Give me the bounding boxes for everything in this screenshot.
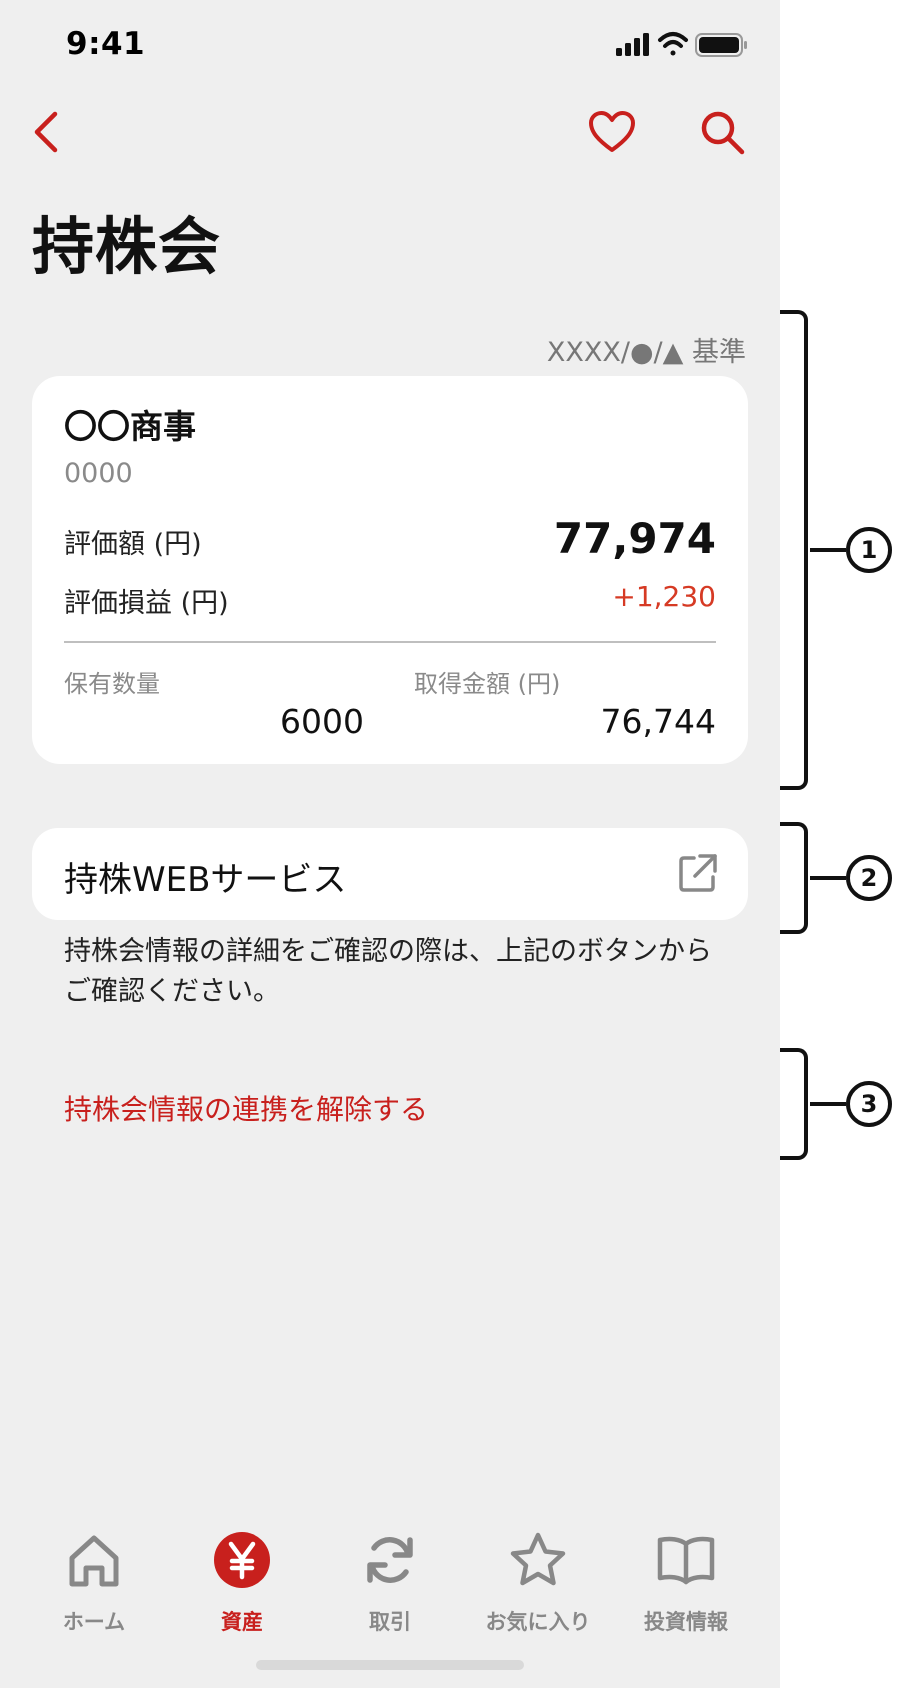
as-of-date: XXXX/●/▲ 基準 bbox=[546, 337, 746, 368]
battery-icon bbox=[695, 33, 747, 57]
valuation-label: 評価額 (円) bbox=[64, 529, 202, 560]
company-name: 〇〇商事 bbox=[64, 407, 196, 446]
annotation-tick-2 bbox=[810, 876, 846, 880]
wifi-icon bbox=[658, 32, 688, 56]
unlink-link[interactable]: 持株会情報の連携を解除する bbox=[64, 1088, 428, 1128]
annotation-marker-1: 1 bbox=[846, 527, 892, 573]
tab-favorites-label: お気に入り bbox=[485, 1610, 591, 1634]
quantity-value: 6000 bbox=[280, 702, 364, 741]
annotation-bracket-2 bbox=[780, 822, 808, 934]
external-link-icon bbox=[679, 854, 717, 892]
annotation-bracket-3 bbox=[780, 1048, 808, 1160]
home-indicator bbox=[256, 1660, 524, 1670]
page-title: 持株会 bbox=[32, 210, 222, 283]
yen-icon bbox=[214, 1532, 270, 1588]
cost-value: 76,744 bbox=[600, 702, 716, 741]
tab-investment-info-label: 投資情報 bbox=[644, 1610, 728, 1634]
divider bbox=[64, 641, 716, 643]
phone-screen: 9:41 持株会 XXXX/●/▲ 基準 〇〇商事 0000 評価額 (円) 7… bbox=[0, 0, 780, 1688]
valuation-value: 77,974 bbox=[553, 514, 716, 563]
cost-label: 取得金額 (円) bbox=[414, 670, 561, 698]
annotation-marker-3: 3 bbox=[846, 1081, 892, 1127]
tab-home[interactable]: ホーム bbox=[20, 1530, 168, 1640]
search-icon bbox=[701, 111, 745, 155]
annotation-bracket-1 bbox=[780, 310, 808, 790]
annotation-tick-1 bbox=[810, 548, 846, 552]
status-time: 9:41 bbox=[66, 26, 146, 62]
search-button[interactable] bbox=[694, 104, 750, 160]
tab-home-label: ホーム bbox=[62, 1610, 126, 1634]
book-icon bbox=[657, 1536, 715, 1585]
status-icons bbox=[616, 32, 747, 57]
star-icon bbox=[510, 1532, 566, 1586]
tab-assets-label: 資産 bbox=[221, 1610, 263, 1634]
web-service-button[interactable]: 持株WEBサービス bbox=[32, 828, 748, 920]
tab-assets[interactable]: 資産 bbox=[168, 1530, 316, 1640]
pnl-label: 評価損益 (円) bbox=[64, 588, 229, 619]
back-button[interactable] bbox=[22, 104, 70, 160]
annotation-marker-2: 2 bbox=[846, 855, 892, 901]
tab-bar: ホーム 資産 取引 お気に入り 投資情報 bbox=[0, 1530, 780, 1650]
home-icon bbox=[69, 1535, 119, 1587]
favorite-button[interactable] bbox=[584, 104, 640, 160]
web-service-note: 持株会情報の詳細をご確認の際は、上記のボタンからご確認ください。 bbox=[64, 936, 712, 1007]
web-service-label: 持株WEBサービス bbox=[64, 860, 347, 900]
annotation-tick-3 bbox=[810, 1102, 846, 1106]
tab-favorites[interactable]: お気に入り bbox=[464, 1530, 612, 1640]
signal-icon bbox=[616, 33, 649, 56]
quantity-label: 保有数量 bbox=[64, 670, 160, 698]
pnl-value: +1,230 bbox=[612, 580, 716, 613]
tab-trade-label: 取引 bbox=[369, 1610, 411, 1634]
company-code: 0000 bbox=[64, 458, 133, 489]
refresh-icon bbox=[367, 1537, 413, 1583]
chevron-left-icon bbox=[34, 111, 58, 153]
tab-investment-info[interactable]: 投資情報 bbox=[612, 1530, 760, 1640]
holding-card: 〇〇商事 0000 評価額 (円) 77,974 評価損益 (円) +1,230… bbox=[32, 376, 748, 764]
tab-trade[interactable]: 取引 bbox=[316, 1530, 464, 1640]
heart-icon bbox=[589, 111, 635, 152]
